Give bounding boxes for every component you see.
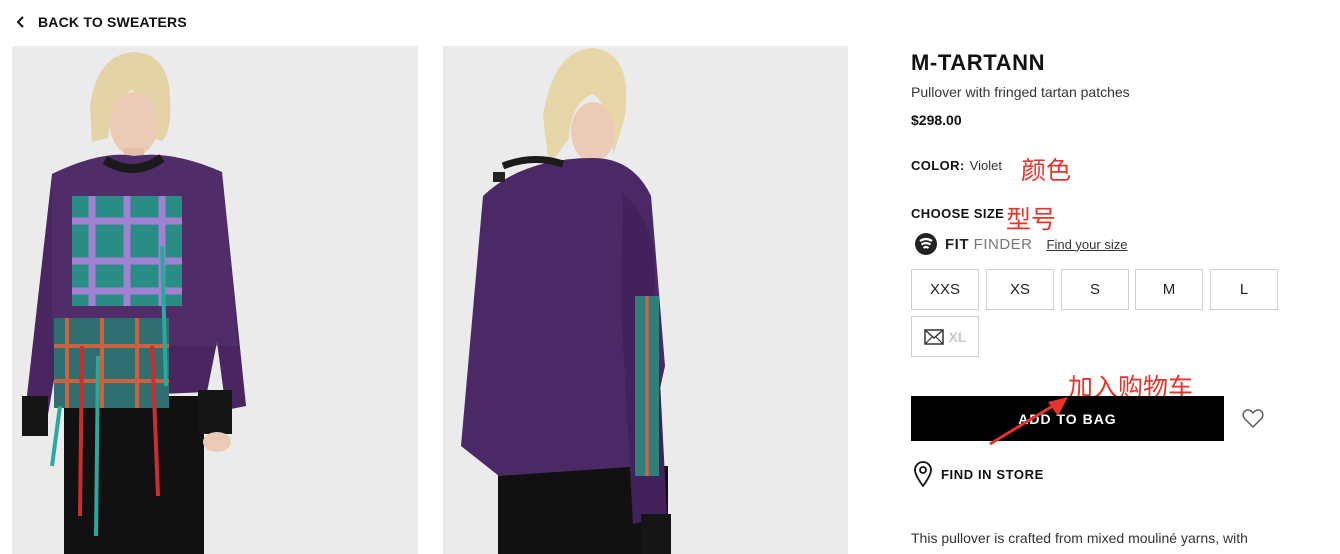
- product-description: This pullover is crafted from mixed moul…: [911, 530, 1248, 546]
- product-subtitle: Pullover with fringed tartan patches: [911, 84, 1130, 100]
- find-in-store-label: FIND IN STORE: [941, 466, 1044, 482]
- fit-finder-brand-bold: FIT: [945, 235, 969, 253]
- size-button-m[interactable]: M: [1135, 269, 1203, 310]
- map-pin-icon: [914, 461, 932, 487]
- fitfinder-logo-icon: [915, 233, 937, 255]
- annotation-arrow: [989, 397, 1068, 446]
- size-button-xs[interactable]: XS: [986, 269, 1054, 310]
- model-back-illustration: [443, 46, 848, 554]
- annotation-size: 型号: [1006, 205, 1057, 234]
- mail-icon: [923, 328, 944, 345]
- choose-size-label: CHOOSE SIZE: [911, 206, 1005, 221]
- size-button-xl-notify[interactable]: XL: [911, 316, 979, 357]
- chevron-left-icon: [16, 16, 24, 28]
- back-to-sweaters-link[interactable]: BACK TO SWEATERS: [14, 14, 187, 30]
- color-row: COLOR: Violet: [911, 158, 1002, 173]
- back-link-label: BACK TO SWEATERS: [38, 14, 187, 30]
- fit-finder: FIT FINDER Find your size: [915, 233, 1127, 255]
- size-xl-label: XL: [948, 328, 967, 345]
- find-in-store-link[interactable]: FIND IN STORE: [914, 461, 1044, 487]
- product-image-front[interactable]: [12, 46, 418, 554]
- product-title: M-TARTANN: [911, 50, 1046, 75]
- size-button-l[interactable]: L: [1210, 269, 1278, 310]
- size-button-xxs[interactable]: XXS: [911, 269, 979, 310]
- product-image-back[interactable]: [443, 46, 848, 554]
- size-button-s[interactable]: S: [1061, 269, 1129, 310]
- fit-finder-brand: FIT FINDER: [945, 236, 1033, 253]
- heart-icon[interactable]: [1241, 406, 1265, 430]
- annotation-color: 颜色: [1021, 156, 1072, 185]
- color-value: Violet: [969, 158, 1002, 173]
- product-price: $298.00: [911, 112, 962, 128]
- fit-finder-brand-light: FINDER: [973, 235, 1033, 253]
- color-label: COLOR:: [911, 158, 965, 173]
- model-front-illustration: [12, 46, 418, 554]
- find-your-size-link[interactable]: Find your size: [1047, 237, 1128, 252]
